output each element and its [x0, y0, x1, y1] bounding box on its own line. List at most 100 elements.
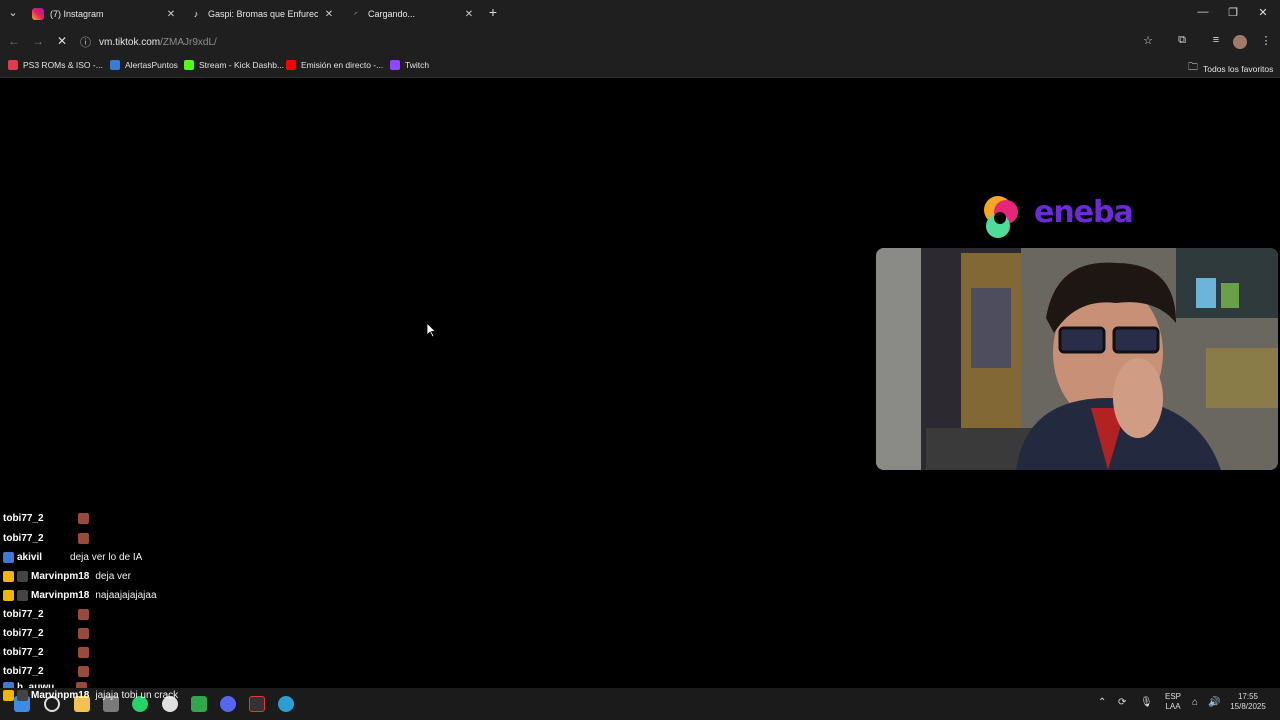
- chat-text: jajaja tobi un crack: [95, 689, 179, 701]
- chat-emote-icon: [77, 646, 89, 658]
- bookmark-item[interactable]: PS3 ROMs & ISO -...: [8, 60, 103, 70]
- close-icon[interactable]: ✕: [462, 9, 476, 20]
- close-window-icon[interactable]: ✕: [1254, 6, 1272, 19]
- brand-wordmark: eneba: [1034, 195, 1134, 230]
- tab-loading[interactable]: ◜ Cargando... ✕: [350, 4, 476, 24]
- chat-username: akivil: [17, 551, 43, 563]
- chat-username: tobi77_2: [3, 665, 44, 677]
- edge-icon[interactable]: [278, 696, 294, 712]
- url-field[interactable]: ⓘ vm.tiktok.com/ZMAJr9xdL/: [80, 31, 1130, 53]
- restore-icon[interactable]: ❐: [1224, 6, 1242, 19]
- chat-emote-icon: [77, 532, 89, 544]
- chat-message: Marvinpm18 deja ver: [3, 568, 131, 584]
- minimize-icon[interactable]: —: [1194, 6, 1212, 18]
- menu-icon[interactable]: ⋮: [1258, 34, 1274, 47]
- eneba-logo-icon: [984, 196, 1018, 238]
- media-controls-icon[interactable]: ≡: [1208, 34, 1224, 46]
- url-host: vm.tiktok.com: [99, 36, 161, 48]
- tab-bar: ⌄ (7) Instagram ✕ ♪ Gaspi: Bromas que En…: [0, 0, 1280, 28]
- chat-text: najaajajajajaa: [95, 589, 157, 601]
- chat-message: tobi77_2: [3, 606, 89, 622]
- bookmark-item[interactable]: Emisión en directo -...: [286, 60, 383, 70]
- taskbar: Marvinpm18 jajaja tobi un crack ⌃ ⟳ 🎙 ES…: [0, 688, 1280, 720]
- bookmark-item[interactable]: Twitch: [390, 60, 429, 70]
- chat-emote-icon: [77, 512, 89, 524]
- tab-title: (7) Instagram: [50, 9, 104, 19]
- chat-username: Marvinpm18: [31, 570, 90, 582]
- microphone-icon[interactable]: 🎙: [1140, 698, 1153, 708]
- tiktok-icon: ♪: [193, 9, 199, 19]
- chat-username: Marvinpm18: [31, 689, 90, 701]
- stop-icon[interactable]: ✕: [54, 34, 70, 48]
- bookmark-favicon-icon: [110, 60, 120, 70]
- tab-title: Cargando...: [368, 9, 416, 19]
- time: 17:55: [1237, 692, 1259, 701]
- chat-badge-icon: [17, 689, 28, 701]
- tab-tiktok[interactable]: ♪ Gaspi: Bromas que Enfurecen e ✕: [190, 4, 336, 24]
- chat-text: deja ver lo de IA: [70, 551, 143, 563]
- chat-username: tobi77_2: [3, 512, 44, 524]
- bookmark-favicon-icon: [390, 60, 400, 70]
- bookmark-favicon-icon: [8, 60, 18, 70]
- app-icon[interactable]: [191, 696, 207, 712]
- bookmark-star-icon[interactable]: ☆: [1140, 34, 1156, 47]
- forward-icon[interactable]: →: [30, 34, 46, 48]
- chat-badge-icon: [3, 689, 14, 701]
- bookmark-label: AlertasPuntos: [125, 60, 178, 70]
- chat-message: tobi77_2: [3, 512, 89, 524]
- chat-username: tobi77_2: [3, 627, 44, 639]
- chat-emote-icon: [77, 608, 89, 620]
- all-bookmarks-folder[interactable]: 🗀 Todos los favoritos: [1188, 60, 1273, 77]
- profile-avatar[interactable]: [1233, 35, 1247, 49]
- language-indicator[interactable]: ESP LAA: [1162, 692, 1184, 712]
- chat-text: deja ver: [95, 570, 131, 582]
- bookmark-label: Emisión en directo -...: [301, 60, 384, 70]
- site-info-icon[interactable]: ⓘ: [80, 34, 91, 50]
- webcam-feed: [876, 248, 1278, 470]
- chat-username: tobi77_2: [3, 532, 44, 544]
- tab-title: Gaspi: Bromas que Enfurecen e: [208, 9, 318, 19]
- network-icon[interactable]: ⌂: [1192, 698, 1198, 708]
- chat-message: Marvinpm18 jajaja tobi un crack: [3, 687, 178, 703]
- bookmark-label: Twitch: [405, 60, 430, 70]
- sync-icon[interactable]: ⟳: [1118, 698, 1126, 708]
- chat-badge-icon: [3, 551, 14, 563]
- clock[interactable]: 17:55 15/8/2025: [1226, 692, 1270, 712]
- bookmark-favicon-icon: [286, 60, 296, 70]
- sponsor-logo: eneba: [976, 190, 1176, 242]
- chat-badge-icon: [3, 570, 14, 582]
- instagram-icon: [32, 8, 44, 20]
- address-bar-row: ← → ✕ ⓘ vm.tiktok.com/ZMAJr9xdL/ ☆ ⧉ ≡ ⋮: [0, 28, 1280, 56]
- new-tab-icon[interactable]: +: [484, 4, 502, 20]
- url-path: /ZMAJr9xdL/: [160, 36, 217, 48]
- chat-username: tobi77_2: [3, 608, 44, 620]
- loading-icon: ◜: [354, 9, 358, 19]
- chat-message: akivil deja ver lo de IA: [3, 549, 142, 565]
- tab-search-chevron-icon[interactable]: ⌄: [4, 6, 22, 19]
- chat-badge-icon: [3, 589, 14, 601]
- back-icon[interactable]: ←: [6, 34, 22, 48]
- chat-badge-icon: [17, 570, 28, 582]
- chat-overlay: tobi77_2 tobi77_2 akivil deja ver lo de …: [0, 512, 260, 692]
- extensions-icon[interactable]: ⧉: [1174, 34, 1190, 47]
- app-icon[interactable]: [249, 696, 265, 712]
- chat-badge-icon: [17, 589, 28, 601]
- bookmark-label: PS3 ROMs & ISO -...: [23, 60, 103, 70]
- tray-chevron-up-icon[interactable]: ⌃: [1098, 698, 1106, 708]
- chat-message: tobi77_2: [3, 625, 89, 641]
- bookmark-label: Todos los favoritos: [1203, 63, 1274, 74]
- chat-emote-icon: [77, 665, 89, 677]
- chat-message: tobi77_2: [3, 663, 89, 679]
- bookmark-item[interactable]: Stream - Kick Dashb...: [184, 60, 284, 70]
- close-icon[interactable]: ✕: [322, 9, 336, 20]
- bookmark-label: Stream - Kick Dashb...: [199, 60, 285, 70]
- volume-icon[interactable]: 🔊: [1208, 698, 1220, 708]
- discord-icon[interactable]: [220, 696, 236, 712]
- chat-username: Marvinpm18: [31, 589, 90, 601]
- chat-username: tobi77_2: [3, 646, 44, 658]
- tab-instagram[interactable]: (7) Instagram ✕: [32, 4, 178, 24]
- bookmark-item[interactable]: AlertasPuntos: [110, 60, 178, 70]
- close-icon[interactable]: ✕: [164, 9, 178, 20]
- bookmarks-bar: PS3 ROMs & ISO -... AlertasPuntos Stream…: [0, 56, 1280, 78]
- folder-icon: 🗀: [1188, 62, 1198, 73]
